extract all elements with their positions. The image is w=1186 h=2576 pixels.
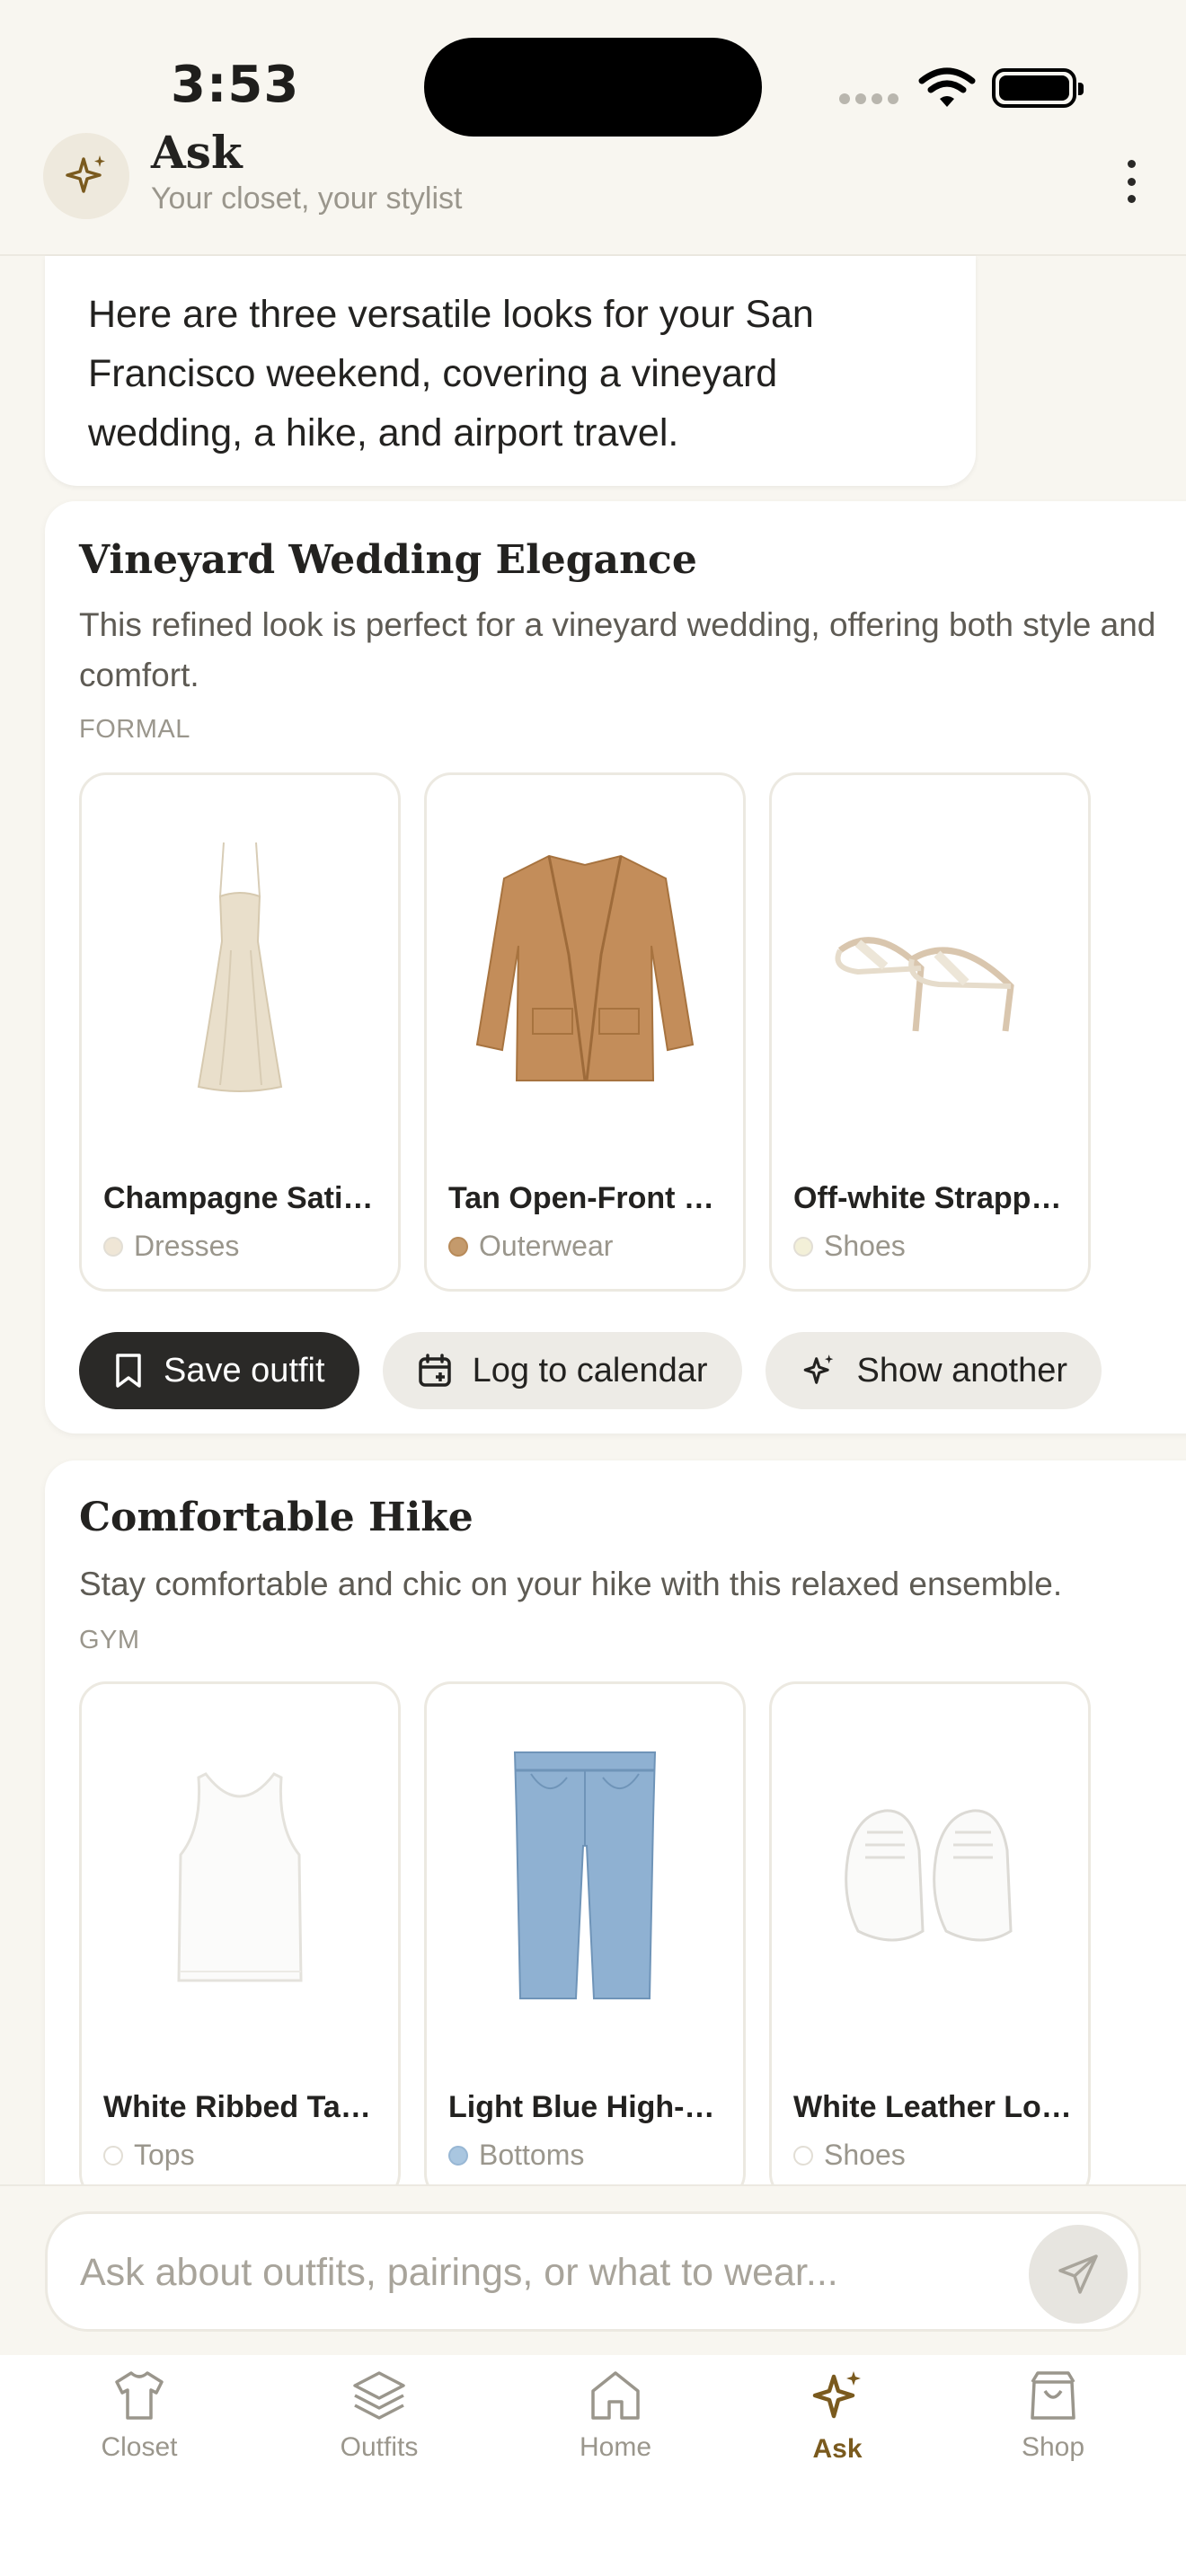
- outfit-title: Vineyard Wedding Elegance: [79, 537, 697, 583]
- tab-label: Outfits: [340, 2432, 419, 2462]
- layers-icon: [353, 2371, 405, 2420]
- header: Ask Your closet, your stylist: [0, 126, 1186, 256]
- show-another-button[interactable]: Show another: [765, 1332, 1102, 1409]
- sparkle-icon: [803, 1354, 833, 1384]
- item-category: Tops: [103, 2139, 195, 2172]
- item-name: Tan Open-Front Blazer: [448, 1181, 727, 1215]
- bag-icon: [1031, 2371, 1075, 2420]
- item-category: Shoes: [793, 2139, 906, 2172]
- tab-outfits[interactable]: Outfits: [289, 2368, 469, 2463]
- item-name: Off-white Strappy Heels: [793, 1181, 1072, 1215]
- outfit-card: Comfortable Hike Stay comfortable and ch…: [45, 1460, 1186, 2269]
- calendar-add-icon: [418, 1354, 451, 1387]
- outfit-item[interactable]: Off-white Strappy Heels Shoes: [769, 772, 1091, 1292]
- outfit-card: Vineyard Wedding Elegance This refined l…: [45, 501, 1186, 1434]
- outfit-item[interactable]: Light Blue High-Waisted Jeans Bottoms: [424, 1681, 746, 2201]
- outfit-actions: Save outfit Log to calendar Show another: [79, 1332, 1102, 1409]
- wifi-icon: [918, 67, 976, 107]
- page-title: Ask: [151, 126, 243, 179]
- color-swatch: [793, 1236, 813, 1257]
- save-outfit-button[interactable]: Save outfit: [79, 1332, 359, 1409]
- ask-input[interactable]: [80, 2241, 978, 2304]
- item-name: White Ribbed Tank Top: [103, 2090, 382, 2124]
- color-swatch: [448, 2145, 468, 2166]
- status-bar: 3:53: [0, 0, 1186, 137]
- item-category-label: Dresses: [134, 1230, 240, 1262]
- page-subtitle: Your closet, your stylist: [151, 181, 463, 216]
- status-time: 3:53: [171, 56, 300, 114]
- show-another-label: Show another: [856, 1351, 1068, 1389]
- more-options-button[interactable]: [1118, 154, 1145, 208]
- assistant-avatar: [43, 133, 129, 219]
- item-category: Dresses: [103, 1230, 239, 1263]
- outfit-description: This refined look is perfect for a viney…: [79, 606, 1156, 693]
- item-name: White Leather Low-Top Sneakers: [793, 2090, 1072, 2124]
- outfit-item[interactable]: White Leather Low-Top Sneakers Shoes: [769, 1681, 1091, 2201]
- jeans-image: [427, 1684, 743, 2070]
- tab-label: Home: [579, 2432, 652, 2462]
- item-category-label: Tops: [134, 2139, 195, 2171]
- item-category-label: Shoes: [824, 1230, 906, 1262]
- tab-closet[interactable]: Closet: [49, 2368, 229, 2463]
- color-swatch: [103, 2145, 123, 2166]
- item-name: Champagne Satin Slip Dress: [103, 1181, 382, 1215]
- outfit-item[interactable]: Champagne Satin Slip Dress Dresses: [79, 772, 401, 1292]
- heels-image: [772, 775, 1088, 1161]
- tank-image: [82, 1684, 398, 2070]
- outfit-item[interactable]: White Ribbed Tank Top Tops: [79, 1681, 401, 2201]
- home-icon: [591, 2371, 640, 2420]
- tab-label: Shop: [1021, 2432, 1085, 2462]
- save-outfit-label: Save outfit: [164, 1351, 325, 1389]
- tab-label: Ask: [812, 2434, 863, 2464]
- color-swatch: [103, 1236, 123, 1257]
- item-category: Bottoms: [448, 2139, 584, 2172]
- tab-shop[interactable]: Shop: [963, 2368, 1143, 2463]
- item-category-label: Shoes: [824, 2139, 906, 2171]
- outfit-tag: GYM: [79, 1626, 140, 1654]
- item-name: Light Blue High-Waisted Jeans: [448, 2090, 727, 2124]
- color-swatch: [793, 2145, 813, 2166]
- item-category-label: Outerwear: [479, 1230, 614, 1262]
- bookmark-icon: [116, 1354, 141, 1388]
- sparkle-icon: [66, 155, 105, 193]
- composer: [45, 2211, 1141, 2332]
- outfit-description: Stay comfortable and chic on your hike w…: [79, 1566, 1063, 1602]
- assistant-message: Here are three versatile looks for your …: [45, 256, 976, 486]
- blazer-image: [427, 775, 743, 1161]
- tab-label: Closet: [101, 2432, 178, 2462]
- sneakers-image: [772, 1684, 1088, 2070]
- color-swatch: [448, 1236, 468, 1257]
- outfit-items: White Ribbed Tank Top Tops Light Blue Hi…: [79, 1681, 1091, 2201]
- tab-home[interactable]: Home: [526, 2368, 705, 2463]
- dynamic-island: [424, 38, 762, 137]
- sparkle-icon: [812, 2371, 861, 2419]
- tab-bar: Closet Outfits Home Ask Shop: [0, 2355, 1186, 2576]
- shirt-icon: [115, 2371, 164, 2420]
- outfit-item[interactable]: Tan Open-Front Blazer Outerwear: [424, 772, 746, 1292]
- item-category: Shoes: [793, 1230, 906, 1263]
- composer-area: [0, 2184, 1186, 2355]
- send-icon: [1058, 2254, 1098, 2294]
- outfit-items: Champagne Satin Slip Dress Dresses Tan O…: [79, 772, 1091, 1292]
- outfit-tag: FORMAL: [79, 715, 190, 744]
- dress-image: [82, 775, 398, 1161]
- outfit-title: Comfortable Hike: [79, 1495, 474, 1540]
- item-category-label: Bottoms: [479, 2139, 585, 2171]
- cellular-signal-icon: [839, 93, 898, 104]
- battery-icon: [992, 68, 1084, 108]
- item-category: Outerwear: [448, 1230, 613, 1263]
- log-to-calendar-label: Log to calendar: [472, 1351, 708, 1389]
- send-button[interactable]: [1029, 2225, 1128, 2324]
- tab-ask[interactable]: Ask: [748, 2368, 927, 2465]
- log-to-calendar-button[interactable]: Log to calendar: [382, 1332, 742, 1409]
